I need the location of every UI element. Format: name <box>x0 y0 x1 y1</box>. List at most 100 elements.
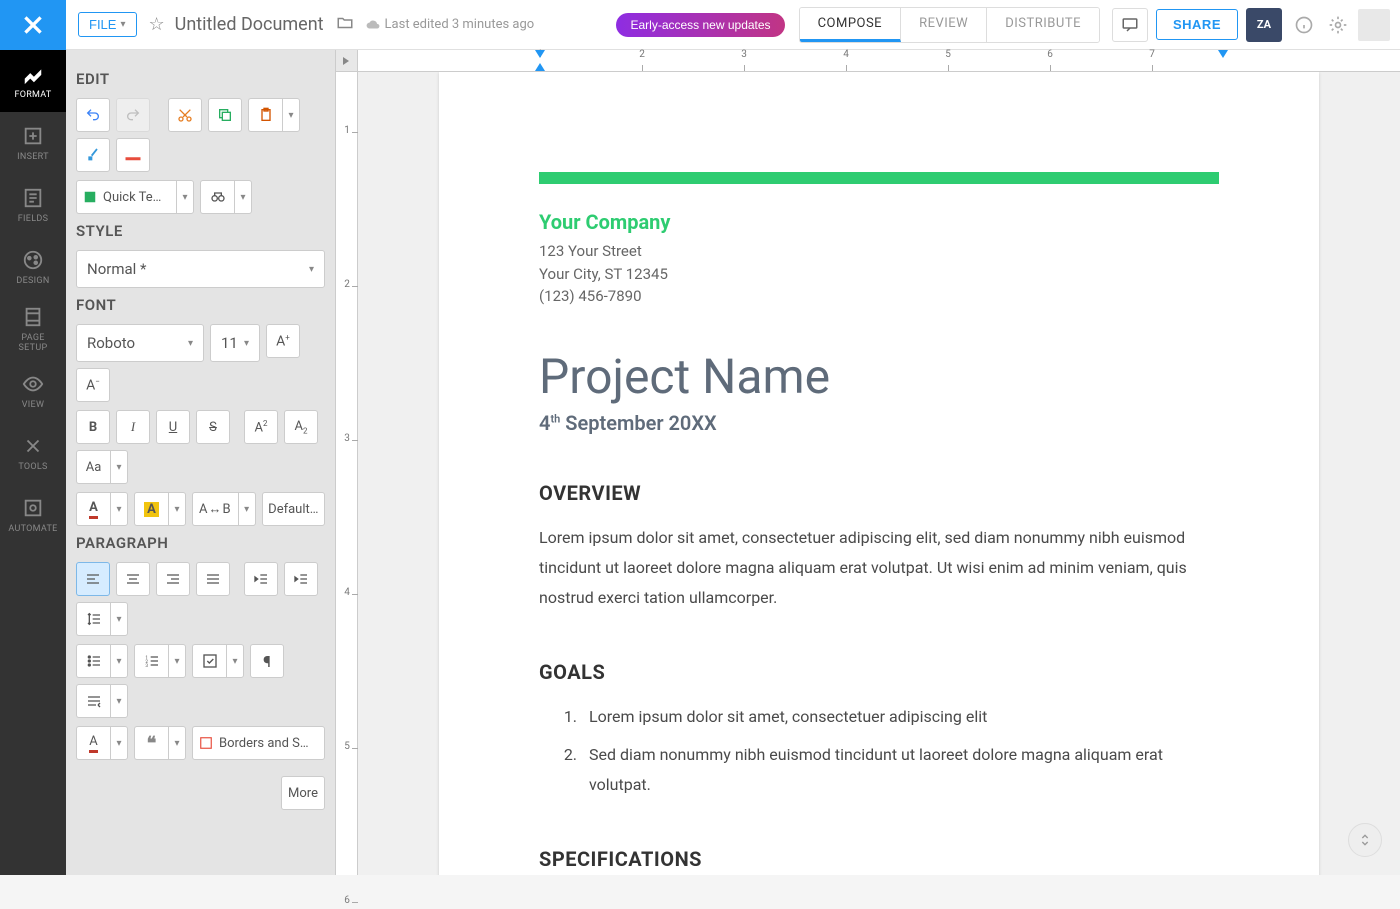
font-size-select[interactable]: 11 ▾ <box>210 324 260 362</box>
star-icon[interactable]: ☆ <box>149 14 165 35</box>
bg-color-dropdown[interactable]: ▾ <box>110 726 128 760</box>
font-default-button[interactable]: Default… <box>262 492 325 526</box>
paste-button[interactable] <box>248 98 282 132</box>
number-list-button[interactable]: 123 <box>134 644 168 678</box>
clear-format-button[interactable] <box>116 138 150 172</box>
tab-distribute[interactable]: DISTRIBUTE <box>987 8 1099 42</box>
company-name[interactable]: Your Company <box>539 210 1219 234</box>
redo-button[interactable] <box>116 98 150 132</box>
char-spacing-button[interactable]: A↔B <box>192 492 238 526</box>
text-direction-dropdown[interactable]: ▾ <box>110 684 128 718</box>
font-color-dropdown[interactable]: ▾ <box>110 492 128 526</box>
cut-button[interactable] <box>168 98 202 132</box>
align-justify-button[interactable] <box>196 562 230 596</box>
char-spacing-dropdown[interactable]: ▾ <box>238 492 256 526</box>
style-select[interactable]: Normal * ▾ <box>76 250 325 288</box>
nav-view[interactable]: VIEW <box>0 360 66 422</box>
address-line-1[interactable]: 123 Your Street <box>539 240 1219 263</box>
document-page[interactable]: Your Company 123 Your Street Your City, … <box>439 72 1319 875</box>
highlight-button[interactable]: A <box>134 492 168 526</box>
nav-fields[interactable]: FIELDS <box>0 174 66 236</box>
strikethrough-button[interactable]: S <box>196 410 230 444</box>
borders-shading-button[interactable]: Borders and S… <box>192 726 325 760</box>
specifications-heading[interactable]: SPECIFICATIONS <box>539 847 1219 871</box>
align-left-button[interactable] <box>76 562 110 596</box>
italic-button[interactable]: I <box>116 410 150 444</box>
font-family-select[interactable]: Roboto ▾ <box>76 324 204 362</box>
underline-button[interactable]: U <box>156 410 190 444</box>
tab-compose[interactable]: COMPOSE <box>800 8 902 42</box>
vertical-ruler[interactable]: 123456 <box>336 72 358 875</box>
line-spacing-button[interactable] <box>76 602 110 636</box>
zia-button[interactable]: ZA <box>1246 8 1282 42</box>
tab-review[interactable]: REVIEW <box>901 8 987 42</box>
view-icon <box>22 373 44 395</box>
decrease-font-button[interactable]: A− <box>76 368 110 402</box>
highlight-dropdown[interactable]: ▾ <box>168 492 186 526</box>
case-dropdown[interactable]: ▾ <box>110 450 128 484</box>
bullet-list-button[interactable] <box>76 644 110 678</box>
document-title[interactable]: Untitled Document <box>175 14 324 35</box>
increase-font-button[interactable]: A+ <box>266 324 300 358</box>
indent-decrease-button[interactable] <box>244 562 278 596</box>
nav-page-setup[interactable]: PAGE SETUP <box>0 298 66 360</box>
goals-heading[interactable]: GOALS <box>539 660 1219 684</box>
early-access-button[interactable]: Early-access new updates <box>616 13 784 37</box>
bg-color-button[interactable]: A <box>76 726 110 760</box>
find-dropdown[interactable]: ▾ <box>234 180 252 214</box>
chevron-down-icon: ▾ <box>188 338 193 349</box>
text-direction-button[interactable] <box>76 684 110 718</box>
nav-design[interactable]: DESIGN <box>0 236 66 298</box>
ruler-corner[interactable] <box>336 50 358 72</box>
pilcrow-button[interactable]: ¶ <box>250 644 284 678</box>
folder-icon[interactable] <box>336 14 354 36</box>
overview-paragraph[interactable]: Lorem ipsum dolor sit amet, consectetuer… <box>539 523 1219 614</box>
copy-button[interactable] <box>208 98 242 132</box>
share-button[interactable]: SHARE <box>1156 9 1238 40</box>
avatar[interactable] <box>1358 9 1390 41</box>
number-list-dropdown[interactable]: ▾ <box>168 644 186 678</box>
horizontal-ruler[interactable]: 1234567 <box>358 50 1400 72</box>
align-center-button[interactable] <box>116 562 150 596</box>
list-item[interactable]: Lorem ipsum dolor sit amet, consectetuer… <box>581 702 1219 732</box>
overview-heading[interactable]: OVERVIEW <box>539 481 1219 505</box>
indent-increase-button[interactable] <box>284 562 318 596</box>
file-menu-button[interactable]: FILE ▾ <box>78 12 137 37</box>
bullet-list-dropdown[interactable]: ▾ <box>110 644 128 678</box>
subscript-button[interactable]: A2 <box>284 410 318 444</box>
nav-format[interactable]: FORMAT <box>0 50 66 112</box>
superscript-button[interactable]: A2 <box>244 410 278 444</box>
page-scroll-area[interactable]: + Your Company 123 Your Street Your City… <box>358 72 1400 875</box>
project-title[interactable]: Project Name <box>539 348 1219 405</box>
app-logo[interactable] <box>0 0 66 50</box>
nav-automate[interactable]: AUTOMATE <box>0 484 66 546</box>
find-button[interactable] <box>200 180 234 214</box>
nav-insert[interactable]: INSERT <box>0 112 66 174</box>
address-line-2[interactable]: Your City, ST 12345 <box>539 263 1219 286</box>
format-painter-button[interactable] <box>76 138 110 172</box>
quote-dropdown[interactable]: ▾ <box>168 726 186 760</box>
paste-dropdown[interactable]: ▾ <box>282 98 300 132</box>
align-right-button[interactable] <box>156 562 190 596</box>
comments-icon[interactable] <box>1112 8 1148 42</box>
project-date[interactable]: 4th September 20XX <box>539 411 1219 435</box>
bold-button[interactable]: B <box>76 410 110 444</box>
line-spacing-dropdown[interactable]: ▾ <box>110 602 128 636</box>
scroll-handle[interactable] <box>1348 823 1382 857</box>
quote-button[interactable]: ❝ <box>134 726 168 760</box>
case-button[interactable]: Aa <box>76 450 110 484</box>
more-button[interactable]: More <box>281 776 325 810</box>
quick-text-button[interactable]: Quick Te… <box>76 180 176 214</box>
nav-tools[interactable]: TOOLS <box>0 422 66 484</box>
checklist-button[interactable] <box>192 644 226 678</box>
list-item[interactable]: Sed diam nonummy nibh euismod tincidunt … <box>581 740 1219 801</box>
info-icon[interactable] <box>1290 11 1318 39</box>
insert-icon <box>22 125 44 147</box>
checklist-dropdown[interactable]: ▾ <box>226 644 244 678</box>
undo-button[interactable] <box>76 98 110 132</box>
gear-icon[interactable] <box>1324 11 1352 39</box>
font-color-button[interactable]: A <box>76 492 110 526</box>
phone-number[interactable]: (123) 456-7890 <box>539 285 1219 308</box>
quick-text-dropdown[interactable]: ▾ <box>176 180 194 214</box>
goals-list[interactable]: Lorem ipsum dolor sit amet, consectetuer… <box>539 702 1219 801</box>
